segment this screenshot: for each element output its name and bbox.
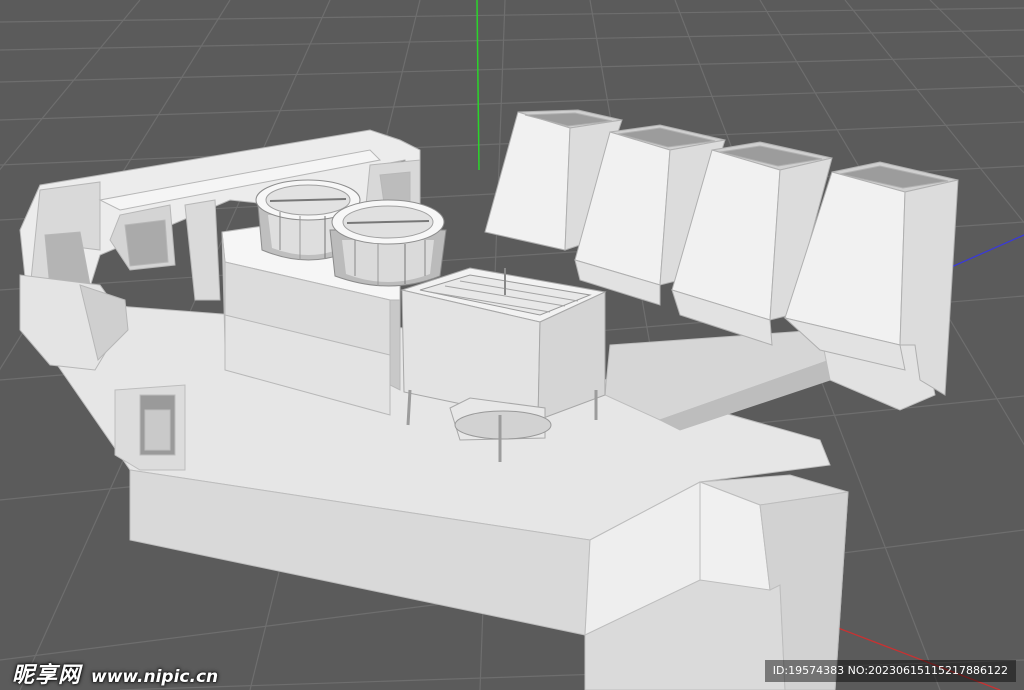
3d-viewport[interactable]: 昵享网 www.nipic.cn ID:19574383 NO:20230615…	[0, 0, 1024, 690]
watermark-logo: 昵享网 www.nipic.cn	[12, 657, 218, 689]
watermark-id: ID:19574383 NO:20230615115217886122	[764, 660, 1016, 682]
watermark-brand: 昵享网	[12, 662, 82, 688]
scene-render	[0, 0, 1024, 690]
watermark-url: www.nipic.cn	[91, 667, 219, 687]
fan-cylinder	[329, 199, 447, 287]
